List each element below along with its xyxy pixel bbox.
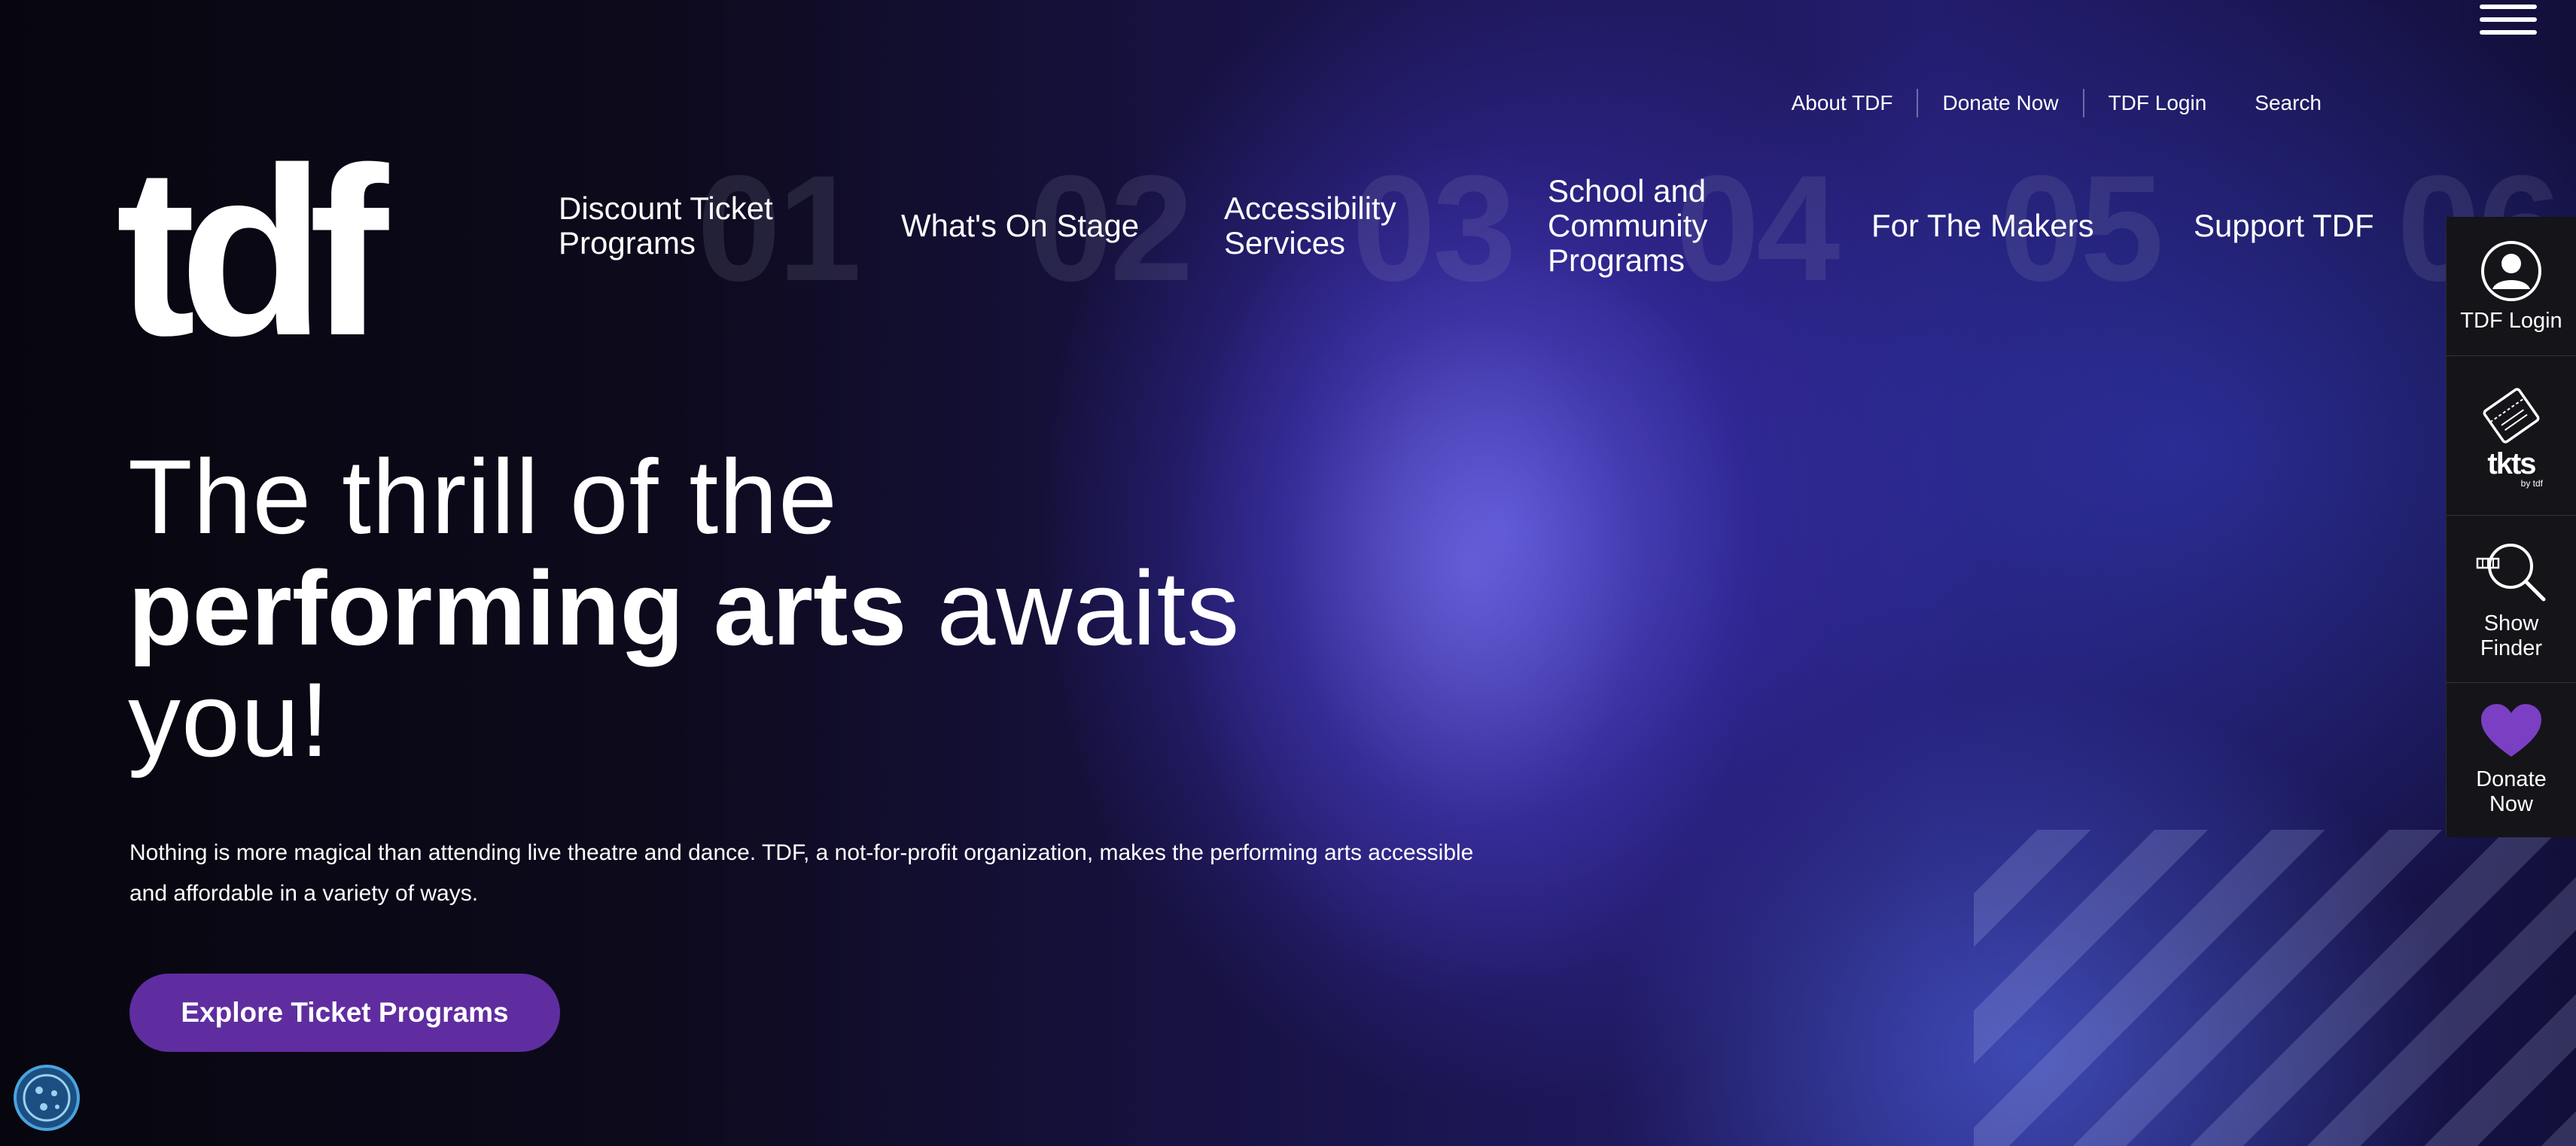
nav-item-school-community-programs[interactable]: 04 School and Community Programs — [1548, 151, 1840, 304]
nav-item-support-tdf[interactable]: 06 Support TDF — [2194, 151, 2561, 304]
headline-line-3: you! — [128, 660, 330, 779]
headline-line-1: The thrill of the — [128, 437, 838, 556]
hero-section: About TDF Donate Now TDF Login Search td… — [0, 0, 2576, 1146]
sidebar-item-tkts[interactable]: tkts by tdf — [2447, 355, 2576, 516]
cookie-icon[interactable] — [14, 1065, 80, 1131]
sidebar-item-donate-now[interactable]: Donate Now — [2447, 682, 2576, 837]
headline-bold: performing arts — [128, 549, 907, 667]
show-finder-search-icon — [2476, 544, 2546, 602]
quick-links-sidebar: TDF Login tkts by tdf Show Finder Donate… — [2446, 217, 2576, 837]
sidebar-item-label: TDF Login — [2460, 308, 2562, 333]
hero-subtext: Nothing is more magical than attending l… — [129, 840, 1474, 906]
nav-item-accessibility-services[interactable]: 03 Accessibility Services — [1224, 151, 1516, 304]
decorative-stripes — [1974, 830, 2576, 1146]
util-link-search[interactable]: Search — [2230, 89, 2346, 117]
main-nav: 01 Discount Ticket Programs 02 What's On… — [559, 151, 2561, 316]
user-icon — [2481, 240, 2541, 301]
nav-label: School and Community Programs — [1548, 173, 1708, 278]
nav-label: What's On Stage — [901, 208, 1140, 243]
utility-nav: About TDF Donate Now TDF Login Search — [1768, 89, 2346, 117]
tkts-logo-sub: by tdf — [2520, 478, 2543, 489]
nav-item-whats-on-stage[interactable]: 02 What's On Stage — [901, 151, 1193, 304]
util-link-about[interactable]: About TDF — [1768, 89, 1917, 117]
util-link-donate[interactable]: Donate Now — [1917, 89, 2082, 117]
hamburger-icon[interactable] — [2480, 5, 2537, 35]
util-link-login[interactable]: TDF Login — [2082, 89, 2231, 117]
nav-label: Support TDF — [2194, 208, 2374, 243]
hero-headline: The thrill of the performing arts awaits… — [128, 441, 1408, 776]
headline-rest: awaits — [906, 549, 1241, 667]
tdf-logo[interactable]: tdf — [116, 133, 388, 372]
sidebar-item-show-finder[interactable]: Show Finder — [2447, 515, 2576, 683]
nav-label: Discount Ticket Programs — [559, 190, 773, 261]
tkts-logo-text: tkts — [2487, 447, 2536, 480]
sidebar-item-tdf-login[interactable]: TDF Login — [2447, 217, 2576, 356]
sidebar-item-label: Donate Now — [2476, 767, 2547, 816]
nav-label: For The Makers — [1871, 208, 2094, 243]
nav-label: Accessibility Services — [1224, 190, 1396, 261]
explore-ticket-programs-button[interactable]: Explore Ticket Programs — [129, 974, 560, 1052]
nav-item-discount-ticket-programs[interactable]: 01 Discount Ticket Programs — [559, 151, 861, 304]
tkts-ticket-icon — [2483, 388, 2540, 443]
nav-item-for-the-makers[interactable]: 05 For The Makers — [1871, 151, 2163, 304]
sidebar-item-label: Show Finder — [2480, 611, 2543, 660]
heart-icon — [2481, 704, 2541, 757]
